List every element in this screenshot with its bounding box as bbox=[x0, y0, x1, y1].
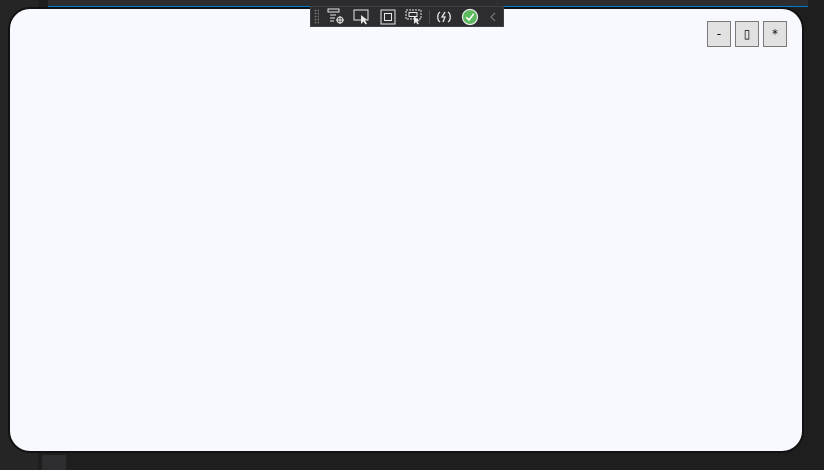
app-window: - ▯ * bbox=[8, 7, 804, 453]
ide-bottom-tab bbox=[42, 455, 66, 470]
hot-reload-icon[interactable] bbox=[433, 8, 455, 26]
window-controls: - ▯ * bbox=[707, 21, 787, 47]
binding-status-ok-icon[interactable] bbox=[459, 8, 481, 26]
minimize-button[interactable]: - bbox=[707, 21, 731, 47]
collapse-toolbar-icon[interactable] bbox=[487, 8, 499, 26]
track-focus-icon[interactable] bbox=[403, 8, 425, 26]
toolbar-separator bbox=[429, 9, 430, 24]
select-element-icon[interactable] bbox=[351, 8, 373, 26]
toolbar-grip-handle[interactable] bbox=[314, 9, 319, 24]
maximize-button[interactable]: ▯ bbox=[735, 21, 759, 47]
close-button[interactable]: * bbox=[763, 21, 787, 47]
display-layout-adorners-icon[interactable] bbox=[377, 8, 399, 26]
live-visual-tree-icon[interactable] bbox=[325, 8, 347, 26]
xaml-debug-toolbar bbox=[310, 6, 504, 27]
